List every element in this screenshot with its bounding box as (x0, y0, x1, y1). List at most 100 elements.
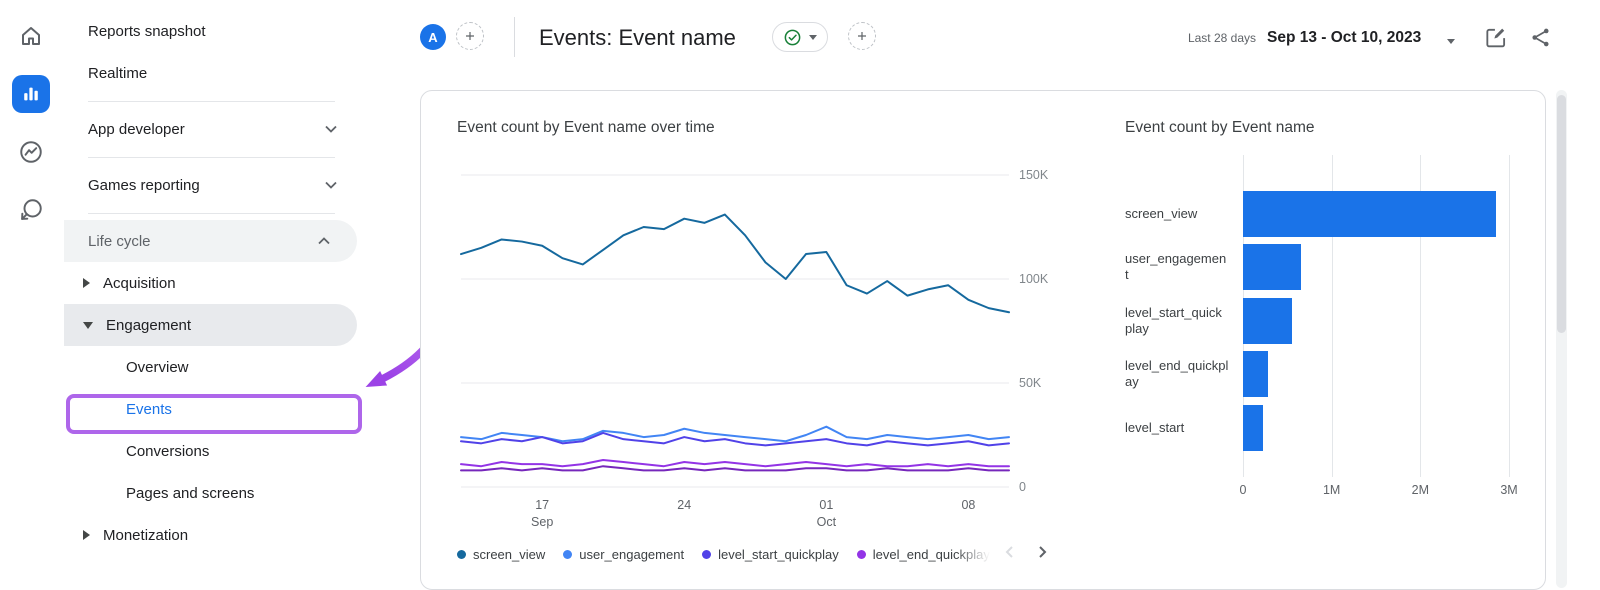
chevron-right-icon[interactable] (1033, 543, 1051, 561)
sidebar-item-monetization[interactable]: Monetization (64, 514, 364, 556)
dropdown-caret-icon (809, 35, 817, 44)
divider (64, 150, 364, 164)
add-report-icon[interactable] (848, 22, 876, 50)
sidebar-item-label: Events (126, 401, 172, 418)
x-tick-label: 01 (819, 498, 833, 512)
sidebar-item-reports-snapshot[interactable]: Reports snapshot (64, 10, 364, 52)
nav-rail (0, 0, 64, 588)
chevron-down-icon (325, 181, 337, 189)
legend-dot-icon (857, 550, 866, 559)
bar-category-label: screen_view (1125, 206, 1229, 222)
series-line-level_start (461, 466, 1009, 470)
legend-label: screen_view (473, 547, 545, 562)
bar-category-label: level_end_quickplay (1125, 358, 1229, 390)
x-tick-label: 24 (677, 498, 691, 512)
date-range-picker[interactable]: Sep 13 - Oct 10, 2023 (1267, 29, 1421, 47)
bar[interactable] (1243, 298, 1292, 344)
legend-item[interactable]: level_start_quickplay (702, 547, 839, 562)
bar-chart: screen_view user_engagement level_start_qu… (1125, 153, 1525, 513)
page-title: Events: Event name (539, 25, 736, 51)
report-status-dropdown[interactable] (772, 22, 828, 52)
divider (64, 94, 364, 108)
reports-icon[interactable] (12, 75, 50, 113)
bar[interactable] (1243, 244, 1301, 290)
triangle-right-icon (83, 278, 90, 288)
sidebar-item-pages-and-screens[interactable]: Pages and screens (64, 472, 364, 514)
triangle-right-icon (83, 530, 90, 540)
sidebar: Reports snapshot Realtime App developer … (64, 0, 364, 588)
sidebar-item-label: App developer (88, 121, 185, 138)
bar-row: level_end_quickplay (1125, 348, 1525, 402)
y-tick-label: 150K (1019, 168, 1049, 182)
property-badge[interactable]: A (420, 24, 446, 50)
legend-label: level_start_quickplay (718, 547, 839, 562)
series-line-screen_view (461, 215, 1009, 313)
legend-items: screen_view user_engagement level_start_qu… (457, 541, 1003, 567)
bar-row: screen_view (1125, 187, 1525, 241)
bar-row: level_start_quickplay (1125, 294, 1525, 348)
legend-item[interactable]: screen_view (457, 547, 545, 562)
triangle-down-icon (83, 322, 93, 329)
sidebar-item-label: Monetization (103, 527, 188, 544)
legend-item[interactable]: level_end_quickplay (857, 547, 990, 562)
x-tick-sublabel: Sep (531, 515, 553, 529)
sidebar-item-acquisition[interactable]: Acquisition (64, 262, 364, 304)
sidebar-section-life-cycle[interactable]: Life cycle (64, 220, 357, 262)
sidebar-item-engagement[interactable]: Engagement (64, 304, 357, 346)
y-tick-label: 0 (1019, 480, 1026, 494)
line-chart-title: Event count by Event name over time (457, 119, 715, 137)
bar[interactable] (1243, 351, 1268, 397)
sidebar-item-overview[interactable]: Overview (64, 346, 364, 388)
sidebar-item-label: Life cycle (88, 233, 151, 250)
date-range-caption: Last 28 days (1150, 31, 1256, 45)
sidebar-section-games-reporting[interactable]: Games reporting (64, 164, 364, 206)
legend-dot-icon (563, 550, 572, 559)
sidebar-item-label: Games reporting (88, 177, 200, 194)
series-line-level_end_quickplay (461, 460, 1009, 466)
sidebar-item-conversions[interactable]: Conversions (64, 430, 364, 472)
sidebar-item-label: Conversions (126, 443, 209, 460)
sidebar-item-label: Overview (126, 359, 189, 376)
share-icon[interactable] (1529, 26, 1552, 49)
x-tick-label: 2M (1412, 483, 1429, 497)
sidebar-item-realtime[interactable]: Realtime (64, 52, 364, 94)
check-circle-icon (783, 28, 802, 47)
legend-dot-icon (457, 550, 466, 559)
bar-rows: screen_view user_engagement level_start_qu… (1125, 187, 1525, 455)
bar-category-label: level_start (1125, 420, 1229, 436)
sidebar-item-label: Acquisition (103, 275, 176, 292)
y-tick-label: 50K (1019, 376, 1042, 390)
series-line-user_engagement (461, 427, 1009, 442)
bar-row: user_engagement (1125, 241, 1525, 295)
chevron-left-icon[interactable] (1001, 543, 1019, 561)
sidebar-item-label: Reports snapshot (88, 23, 206, 40)
bar-category-label: user_engagement (1125, 251, 1229, 283)
add-comparison-icon[interactable] (456, 22, 484, 50)
sidebar-section-app-developer[interactable]: App developer (64, 108, 364, 150)
bar-row: level_start (1125, 401, 1525, 455)
divider (64, 206, 364, 220)
scrollbar-thumb[interactable] (1557, 95, 1566, 333)
bar-chart-title: Event count by Event name (1125, 119, 1315, 137)
explore-icon[interactable] (12, 133, 50, 171)
x-tick-label: 0 (1240, 483, 1247, 497)
x-tick-label: 17 (535, 498, 549, 512)
sidebar-item-label: Pages and screens (126, 485, 254, 502)
x-tick-sublabel: Oct (817, 515, 837, 529)
legend-label: level_end_quickplay (873, 547, 990, 562)
advertising-icon[interactable] (12, 191, 50, 229)
sidebar-item-events[interactable]: Events (64, 388, 364, 430)
divider (514, 17, 515, 57)
x-tick-label: 1M (1323, 483, 1340, 497)
home-icon[interactable] (12, 17, 50, 55)
chevron-up-icon (318, 237, 330, 245)
bar[interactable] (1243, 405, 1263, 451)
events-report-card: Event count by Event name over time 150K… (420, 90, 1546, 590)
legend-dot-icon (702, 550, 711, 559)
bar[interactable] (1243, 191, 1496, 237)
x-tick-label: 08 (961, 498, 975, 512)
edit-report-icon[interactable] (1483, 24, 1509, 50)
legend-item[interactable]: user_engagement (563, 547, 684, 562)
dropdown-caret-icon (1447, 39, 1455, 48)
bar-category-label: level_start_quickplay (1125, 305, 1229, 337)
